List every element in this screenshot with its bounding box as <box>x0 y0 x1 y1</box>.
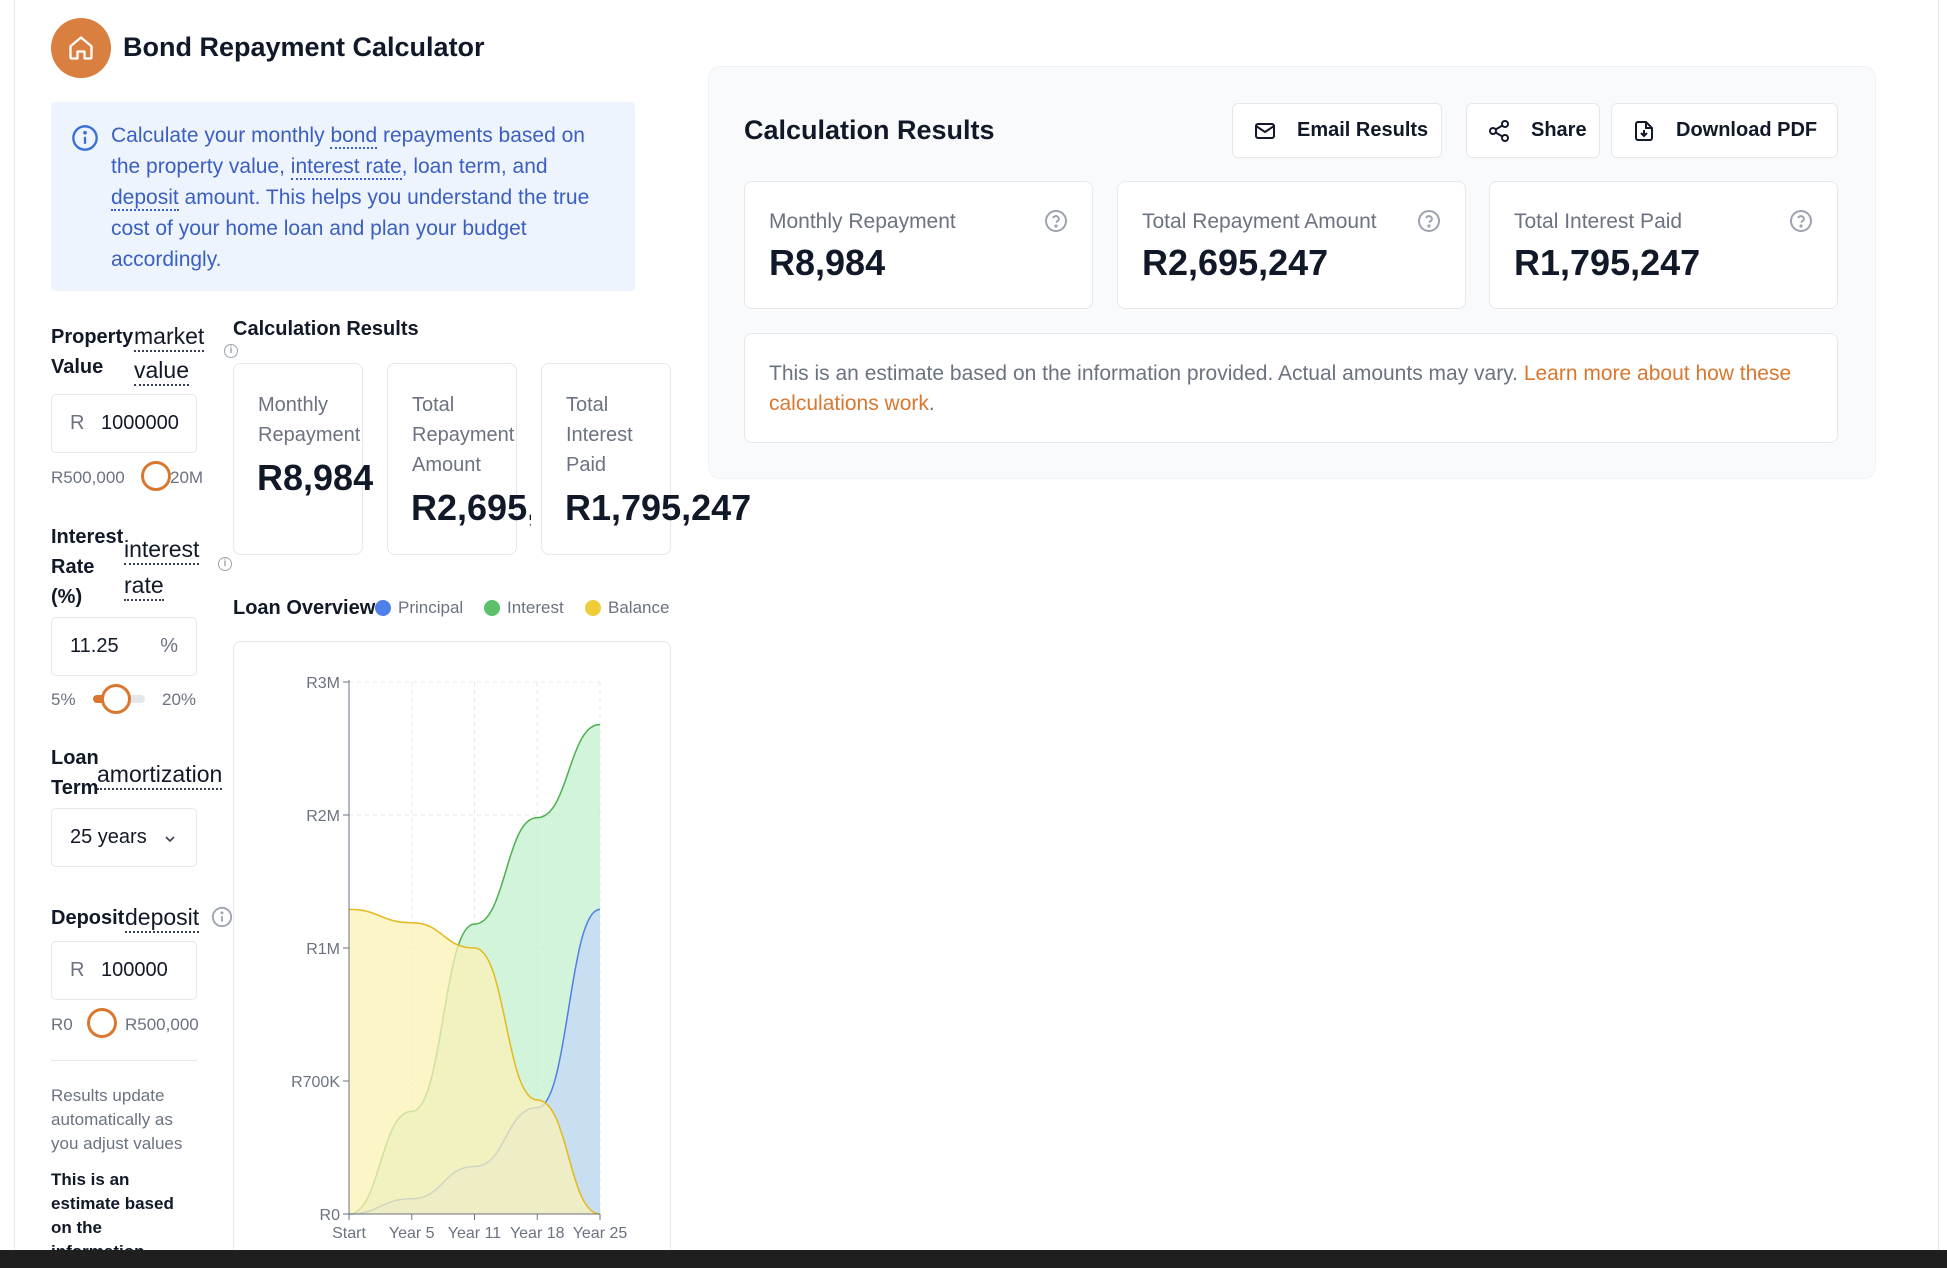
chart-title: Loan Overview <box>233 597 376 619</box>
form-divider <box>51 1060 197 1061</box>
share-icon <box>1489 119 1509 142</box>
loan-term-value: 25 years <box>70 826 147 848</box>
deposit-min-label: R0 <box>51 1015 73 1034</box>
interest-info-icon[interactable]: i <box>218 557 232 571</box>
property-max-label: 20M <box>170 468 204 487</box>
interest-rate-tooltip[interactable]: interest rate <box>290 155 402 180</box>
interest-rate-input[interactable]: 11.25 % <box>51 617 197 676</box>
y-tick-label: R2M <box>306 808 340 825</box>
loan-term-select[interactable]: 25 years <box>51 808 197 867</box>
legend-item-balance: Balance <box>585 598 669 618</box>
mini-results-title: Calculation Results <box>233 318 419 340</box>
info-text: Calculate your monthly bond repayments b… <box>111 124 590 271</box>
mail-icon <box>1255 122 1275 139</box>
property-info-icon[interactable]: i <box>224 344 238 358</box>
interest-rate-field-tooltip-line1[interactable]: interest <box>124 535 200 565</box>
download-pdf-button[interactable]: Download PDF <box>1611 103 1838 158</box>
total-interest-card: Total Interest Paid R1,795,247 <box>1489 181 1838 309</box>
info-icon <box>72 125 98 151</box>
monthly-repayment-value: R8,984 <box>769 242 886 283</box>
property-min-label: R500,000 <box>51 468 125 487</box>
amortization-tooltip[interactable]: amortization <box>97 760 223 790</box>
total-repayment-value: R2,695,247 <box>1142 242 1329 283</box>
property-value-label-line2: Value <box>51 356 104 378</box>
y-tick-label: R3M <box>306 675 340 692</box>
property-value-label-line1: Property <box>51 326 134 348</box>
interest-label-line2: Rate <box>51 556 95 578</box>
total-repayment-card: Total Repayment Amount R2,695,247 <box>1117 181 1466 309</box>
x-tick-label: Year 25 <box>573 1225 628 1242</box>
deposit-tooltip[interactable]: deposit <box>111 186 179 211</box>
legend-item-interest: Interest <box>484 598 564 618</box>
total-interest-label: Total Interest Paid <box>1514 210 1683 233</box>
email-results-button[interactable]: Email Results <box>1232 103 1442 158</box>
auto-update-note: Results update automatically as you adju… <box>51 1086 183 1153</box>
mini-monthly-value: R8,984 <box>257 457 374 498</box>
page-right-border <box>1938 0 1939 1250</box>
interest-slider-thumb[interactable] <box>101 684 131 714</box>
help-icon[interactable] <box>1789 209 1813 233</box>
y-tick-label: R1M <box>306 941 340 958</box>
interest-max-label: 20% <box>162 690 197 709</box>
interest-rate-value: 11.25 <box>70 635 119 657</box>
chevron-down-icon <box>165 836 175 843</box>
currency-prefix: R <box>70 959 85 981</box>
x-tick-label: Year 5 <box>389 1225 435 1242</box>
page-left-border <box>14 0 15 1250</box>
page-title: Bond Repayment Calculator <box>123 32 485 62</box>
y-tick-label: R0 <box>320 1207 341 1224</box>
mini-total-value: R2,695,247 <box>411 487 531 528</box>
deposit-info-icon[interactable] <box>211 906 233 928</box>
x-tick-label: Start <box>332 1225 366 1242</box>
deposit-field-tooltip[interactable]: deposit <box>125 903 200 933</box>
property-value: 1000000 <box>101 412 179 434</box>
loan-overview-chart: R0 R700K R1M R2M R3M Start Year 5 Year 11 Year 1… <box>291 675 628 1242</box>
property-slider-thumb[interactable] <box>141 461 171 491</box>
estimate-note: This is an estimate based on the informa… <box>51 1170 174 1250</box>
loan-term-label-line2: Term <box>51 777 99 799</box>
interest-min-label: 5% <box>51 690 76 709</box>
market-value-tooltip-line1[interactable]: market <box>134 322 205 352</box>
home-icon <box>69 36 93 60</box>
x-tick-label: Year 11 <box>448 1225 501 1242</box>
app-logo <box>51 18 111 78</box>
disclaimer-text: This is an estimate based on the informa… <box>769 362 1792 415</box>
interest-rate-field-tooltip-line2[interactable]: rate <box>124 571 164 601</box>
deposit-max-label: R500,000 <box>125 1015 199 1034</box>
bond-tooltip[interactable]: bond <box>330 124 378 149</box>
mini-monthly-label: Monthly Repayment <box>258 394 361 446</box>
deposit-label: Deposit <box>51 907 125 929</box>
file-download-icon <box>1635 120 1653 141</box>
legend-item-principal: Principal <box>375 598 463 618</box>
disclaimer-box: This is an estimate based on the informa… <box>744 333 1838 443</box>
total-interest-value: R1,795,247 <box>1514 242 1701 283</box>
monthly-repayment-label: Monthly Repayment <box>769 210 956 233</box>
percent-suffix: % <box>160 635 178 657</box>
y-tick-label: R700K <box>291 1074 340 1091</box>
loan-overview-chart-card: R0 R700K R1M R2M R3M Start Year 5 Year 11 Year 1… <box>233 641 671 1261</box>
market-value-tooltip-line2[interactable]: value <box>134 356 189 386</box>
x-tick-label: Year 18 <box>510 1225 565 1242</box>
mini-interest-value: R1,795,247 <box>565 487 752 528</box>
currency-prefix: R <box>70 412 85 434</box>
help-icon[interactable] <box>1044 209 1068 233</box>
deposit-value: 100000 <box>101 959 168 981</box>
results-title: Calculation Results <box>744 115 995 145</box>
deposit-slider-thumb[interactable] <box>87 1008 117 1038</box>
property-value-input[interactable]: R 1000000 <box>51 394 197 453</box>
mini-total-label: Total Repayment Amount <box>412 394 515 476</box>
deposit-input[interactable]: R 100000 <box>51 941 197 1000</box>
info-box: Calculate your monthly bond repayments b… <box>51 102 635 291</box>
mini-interest-label: Total Interest Paid <box>566 394 633 476</box>
interest-label-line1: Interest <box>51 526 124 548</box>
interest-label-line3: (%) <box>51 586 83 608</box>
share-button[interactable]: Share <box>1466 103 1600 158</box>
total-repayment-label: Total Repayment Amount <box>1142 210 1377 233</box>
monthly-repayment-card: Monthly Repayment R8,984 <box>744 181 1093 309</box>
help-icon[interactable] <box>1417 209 1441 233</box>
taskbar <box>0 1250 1947 1268</box>
loan-term-label-line1: Loan <box>51 747 99 769</box>
